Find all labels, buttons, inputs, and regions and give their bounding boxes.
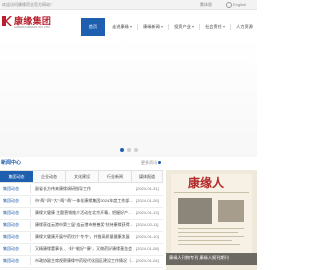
lang-english-link[interactable]: English [226,0,246,9]
news-category: 集团动态 [3,246,19,251]
welcome-text: 欢迎访问康缘药业官方网站！ [2,2,54,7]
row-divider [30,257,31,265]
row-divider [30,197,31,205]
nav-hr-label: 人力资源 [236,24,253,29]
news-date: [2024-01-04] [136,258,159,263]
nav-divider [137,24,138,30]
row-divider [30,185,31,193]
nav-item-home[interactable]: 首页 [81,18,105,36]
banner-dot[interactable] [134,148,138,152]
news-category: 集团动态 [3,258,19,263]
news-category: 集团动态 [3,186,19,191]
newspaper-masthead: 康缘人 [188,176,225,190]
news-tabs: 集团动态 企业动态 文化建设 行业新闻 媒体报道 [0,170,163,183]
globe-icon [226,1,232,8]
newspaper-text-line [178,244,240,245]
nav-divider [230,24,231,30]
kanion-logo-icon [2,16,12,26]
news-category: 集团动态 [3,210,19,215]
chevron-down-icon [129,25,132,28]
tab-label: 集团动态 [8,174,25,179]
news-title[interactable]: 副省长方伟来康缘调研指导工作 [35,183,135,195]
tab-label: 企业动态 [41,174,57,179]
newspaper-text-line [178,232,238,233]
newspaper-rule [174,192,249,193]
news-section-title: 新闻中心 [1,160,22,166]
brand-english-name: KANION GROUP CO.,LTD [14,25,50,29]
newspaper-text-line [178,240,232,241]
news-date: [2024-01-26] [136,198,159,203]
row-divider [30,245,31,253]
lang-english-label: English [233,2,247,7]
news-date: [2024-01-08] [136,246,159,251]
nav-item-hr[interactable]: 人力资源 [232,18,257,36]
nav-item-about[interactable]: 走进康缘 [108,18,136,36]
tab-enterprise-news[interactable]: 企业动态 [33,171,65,182]
row-divider [30,209,31,217]
news-category: 集团动态 [3,234,19,239]
tab-industry-news[interactable]: 行业新闻 [99,171,131,182]
news-title[interactable]: 康缘大健康 主题营销推介活动在北京开幕，把握好产健康“健康” [35,207,135,219]
news-category: 集团动态 [3,198,19,203]
nav-divider [168,24,169,30]
row-divider [30,221,31,229]
banner-dot[interactable] [120,148,124,152]
top-utility-bar: 欢迎访问康缘药业官方网站！ 繁体版 English [0,0,257,10]
tab-media-reports[interactable]: 媒体报道 [132,171,162,182]
row-divider [30,233,31,241]
news-date: [2024-01-31] [136,186,159,191]
newspaper-photo [178,198,212,224]
nav-item-news[interactable]: 康缘新闻 [139,18,167,36]
nav-divider [199,24,200,30]
newspaper-photo [218,200,244,222]
banner-dot[interactable] [127,148,131,152]
nav-home-label: 首页 [88,24,98,29]
news-date: [2024-02-11] [136,222,159,227]
featured-caption[interactable]: 康缘人刊物专刊 康缘人报刊期刊 [169,255,229,261]
news-category: 集团动态 [3,222,19,227]
nav-item-responsibility[interactable]: 社会责任 [201,18,229,36]
chevron-down-icon [222,25,225,28]
newspaper-text-line [178,236,244,237]
news-title[interactable]: 康缘获连云港市第三届“连云港市慈善奖”扶持康缘获得集体奖 [35,219,135,231]
lang-traditional-link[interactable]: 繁体版 [200,0,212,9]
news-title[interactable]: 又精康缘董事长 、“好”“能好”“康”，又做药好康缘基金会 [35,243,135,255]
newspaper-text-line [178,228,244,229]
tab-group-news[interactable]: 集团动态 [0,171,33,182]
chevron-down-icon [191,25,194,28]
news-title[interactable]: 市政协副主席视察康缘中药现代化园区建设工作情况（第二批） [35,255,135,267]
nav-news-label: 康缘新闻 [143,24,160,29]
more-news-link[interactable]: 更多资讯 [141,160,161,166]
nav-responsibility-label: 社会责任 [205,24,222,29]
hero-banner[interactable] [0,37,257,157]
news-date: [2024-01-10] [136,234,159,239]
nav-about-label: 走进康缘 [112,24,129,29]
chevron-down-icon [160,25,163,28]
news-title[interactable]: 市“两”“四”“大”“两”“两”一体化康缘集团2024年度工作部署大会 [35,195,135,207]
tab-label: 文化建设 [74,174,90,179]
more-news-label: 更多资讯 [141,160,157,165]
arrow-right-icon [158,161,161,165]
news-date: [2024-01-13] [136,210,159,215]
brand-logo[interactable]: 康缘集团 KANION GROUP CO.,LTD [1,13,56,33]
news-title[interactable]: 康缘大健康开展中药饮片“冬令”，共推高质量健康发展 [35,231,135,243]
tab-label: 媒体报道 [139,174,155,179]
tab-label: 行业新闻 [107,174,123,179]
nav-item-investment[interactable]: 投资产业 [170,18,198,36]
featured-news-photo[interactable]: 康缘人 康缘人刊物专刊 康缘人报刊期刊 [166,170,257,270]
nav-investment-label: 投资产业 [174,24,191,29]
list-item[interactable]: 集团动态 市政协副主席视察康缘中药现代化园区建设工作情况（第二批） [2024-… [0,255,163,268]
tab-culture[interactable]: 文化建设 [66,171,98,182]
